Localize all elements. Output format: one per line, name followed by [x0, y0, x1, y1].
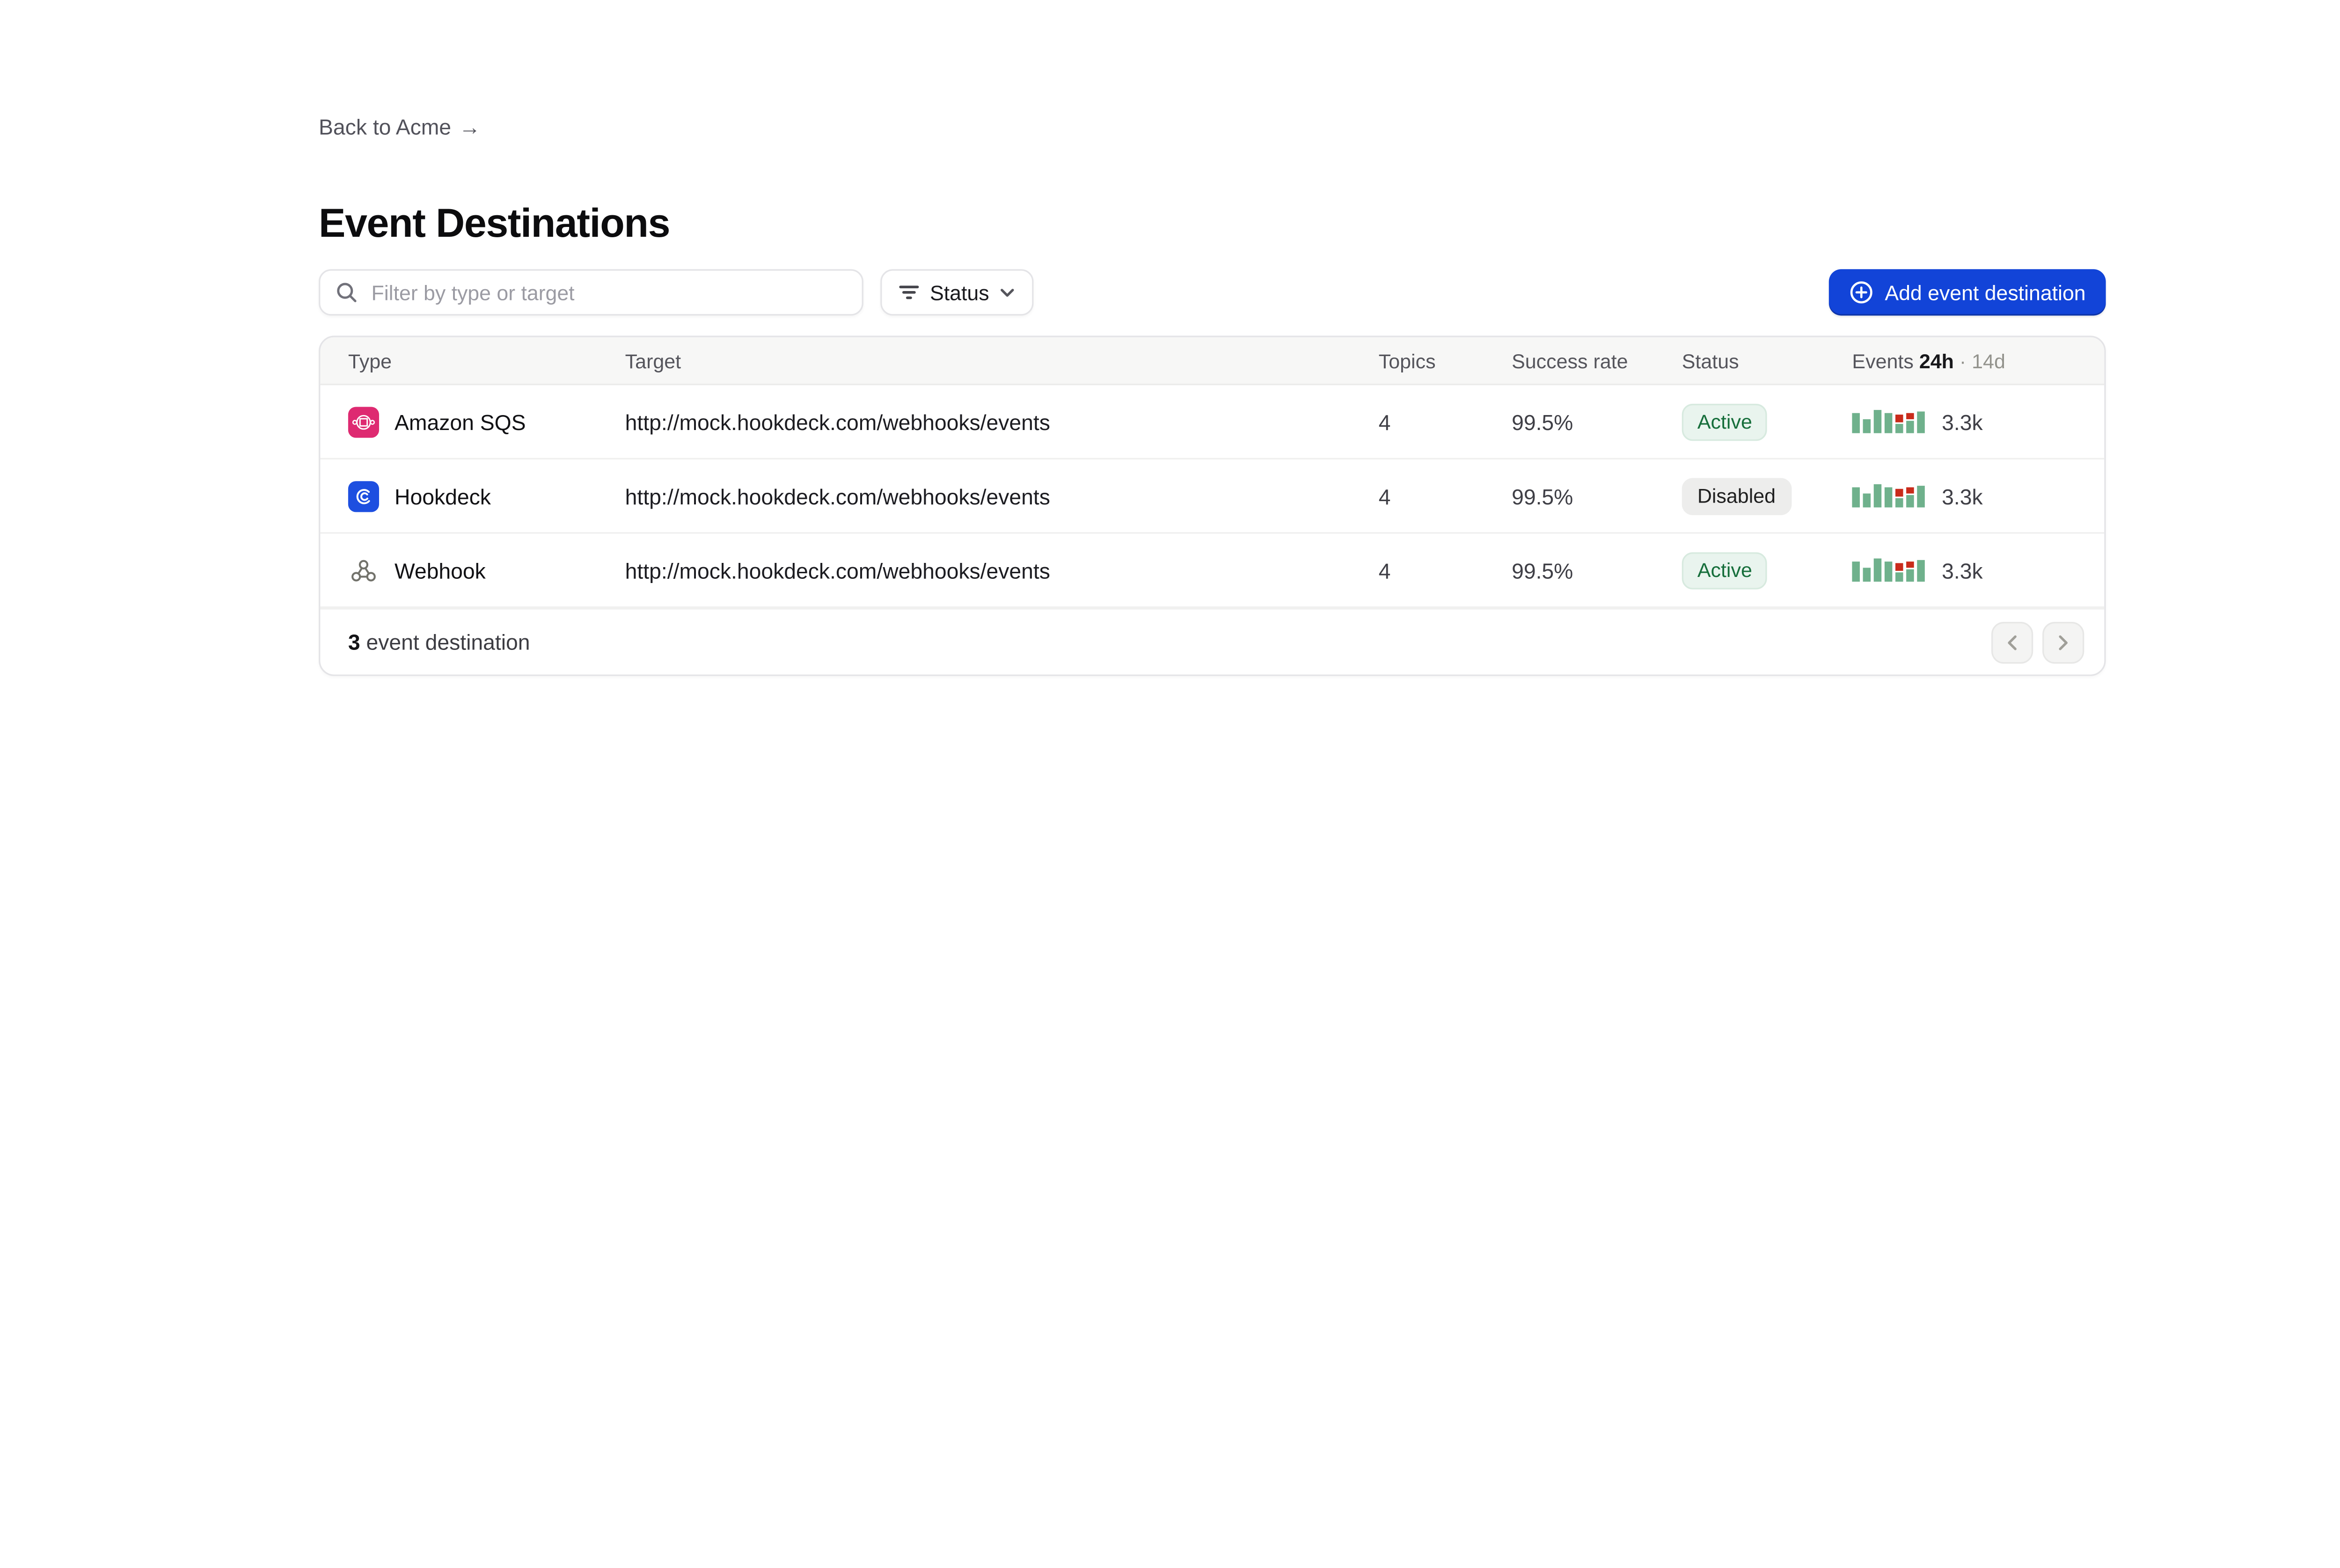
- type-cell: Hookdeck: [320, 481, 625, 511]
- topics-cell: 4: [1379, 558, 1512, 583]
- table-footer: 3 event destination: [320, 608, 2104, 674]
- toolbar: Status Add event destination: [319, 269, 2106, 315]
- type-label: Webhook: [395, 558, 486, 583]
- column-header-target: Target: [625, 349, 1379, 372]
- column-header-success-rate: Success rate: [1512, 349, 1682, 372]
- status-cell: Active: [1682, 403, 1852, 440]
- table-row[interactable]: Amazon SQS http://mock.hookdeck.com/webh…: [320, 385, 2104, 459]
- search-icon: [336, 282, 357, 303]
- success-rate-cell: 99.5%: [1512, 558, 1682, 583]
- status-cell: Disabled: [1682, 477, 1852, 514]
- event-destinations-table: Type Target Topics Success rate Status E…: [319, 335, 2106, 676]
- type-label: Hookdeck: [395, 483, 491, 508]
- topics-cell: 4: [1379, 483, 1512, 508]
- back-to-acme-link[interactable]: Back to Acme →: [319, 115, 481, 139]
- arrow-right-icon: →: [459, 115, 481, 139]
- events-sparkline: [1852, 484, 1924, 508]
- status-cell: Active: [1682, 552, 1852, 589]
- chevron-right-icon: [2056, 634, 2070, 650]
- event-destinations-page: Back to Acme → Event Destinations Status: [0, 0, 2340, 1568]
- type-cell: Webhook: [320, 554, 625, 585]
- chevron-left-icon: [2005, 634, 2019, 650]
- events-sparkline: [1852, 410, 1924, 433]
- success-rate-cell: 99.5%: [1512, 483, 1682, 508]
- events-total: 3.3k: [1942, 558, 1983, 583]
- events-cell: 3.3k: [1852, 558, 2104, 583]
- amazon-sqs-icon: [348, 406, 379, 437]
- events-total: 3.3k: [1942, 409, 1983, 434]
- events-cell: 3.3k: [1852, 409, 2104, 434]
- add-button-label: Add event destination: [1885, 281, 2085, 304]
- events-sparkline: [1852, 559, 1924, 582]
- table-header-row: Type Target Topics Success rate Status E…: [320, 337, 2104, 385]
- table-row[interactable]: Webhook http://mock.hookdeck.com/webhook…: [320, 534, 2104, 608]
- success-rate-cell: 99.5%: [1512, 409, 1682, 434]
- column-header-events: Events 24h · 14d: [1852, 349, 2104, 372]
- page-title: Event Destinations: [319, 199, 670, 247]
- webhook-icon: [348, 554, 379, 585]
- column-header-type: Type: [320, 349, 625, 372]
- back-link-label: Back to Acme: [319, 115, 451, 139]
- topics-cell: 4: [1379, 409, 1512, 434]
- events-total: 3.3k: [1942, 483, 1983, 508]
- previous-page-button[interactable]: [1991, 621, 2033, 663]
- target-cell: http://mock.hookdeck.com/webhooks/events: [625, 409, 1379, 434]
- add-event-destination-button[interactable]: Add event destination: [1829, 269, 2106, 315]
- type-label: Amazon SQS: [395, 409, 526, 434]
- column-header-status: Status: [1682, 349, 1852, 372]
- status-badge: Active: [1682, 403, 1768, 440]
- status-badge: Disabled: [1682, 477, 1791, 514]
- target-cell: http://mock.hookdeck.com/webhooks/events: [625, 558, 1379, 583]
- pagination: [1991, 621, 2084, 663]
- target-cell: http://mock.hookdeck.com/webhooks/events: [625, 483, 1379, 508]
- hookdeck-icon: [348, 481, 379, 511]
- search-input[interactable]: [368, 279, 847, 306]
- column-header-topics: Topics: [1379, 349, 1512, 372]
- row-count: 3 event destination: [348, 630, 530, 655]
- search-box[interactable]: [319, 269, 863, 315]
- events-cell: 3.3k: [1852, 483, 2104, 508]
- status-badge: Active: [1682, 552, 1768, 589]
- next-page-button[interactable]: [2042, 621, 2084, 663]
- status-filter-label: Status: [930, 281, 989, 304]
- filter-icon: [899, 283, 919, 302]
- status-filter-button[interactable]: Status: [880, 269, 1034, 315]
- type-cell: Amazon SQS: [320, 406, 625, 437]
- table-row[interactable]: Hookdeck http://mock.hookdeck.com/webhoo…: [320, 459, 2104, 534]
- chevron-down-icon: [1000, 287, 1016, 298]
- plus-circle-icon: [1849, 280, 1874, 305]
